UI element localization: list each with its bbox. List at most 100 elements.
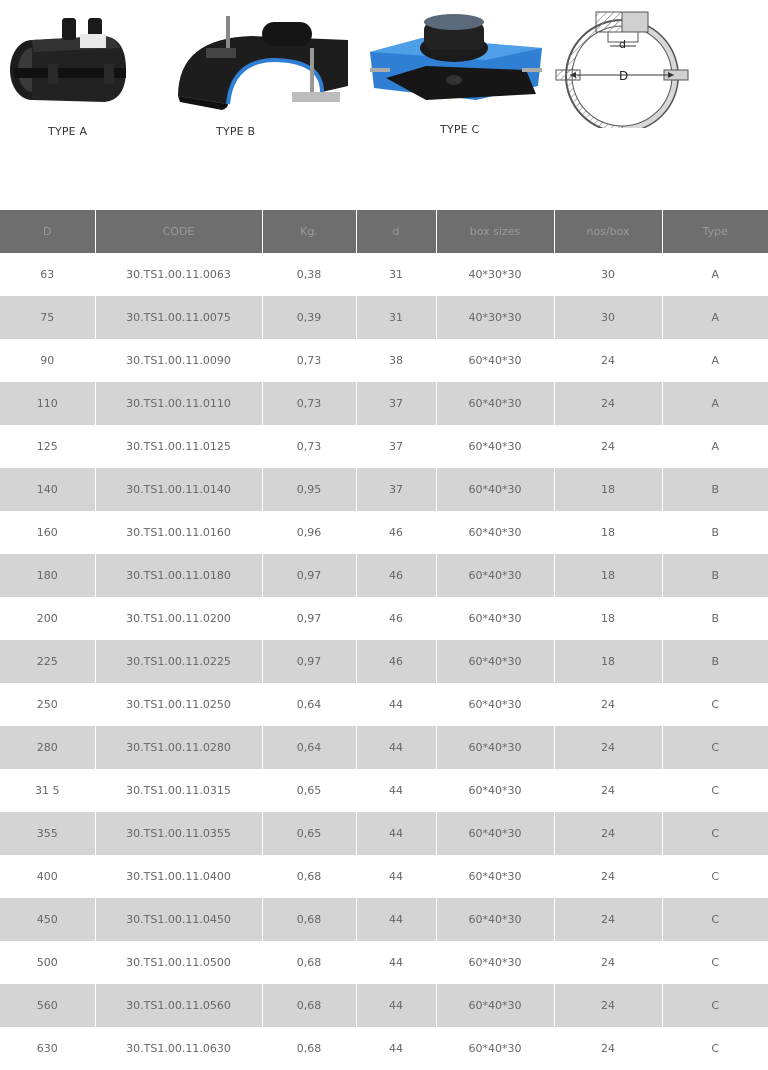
cell-code: 30.TS1.00.11.0500 [95,941,263,984]
cell-d: 280 [0,726,96,769]
cell-d: 560 [0,984,96,1027]
cell-type: A [711,354,720,367]
cell-box-sizes: 60*40*30 [436,769,555,812]
col-header-code: CODE [95,210,263,253]
cell-nos-box: 24 [554,382,663,425]
table-row: 125 30.TS1.00.11.0125 0,73 37 60*40*30 24 A [0,425,768,468]
col-header-d-inner: d [356,210,437,253]
table-row: 400 30.TS1.00.11.0400 0,68 44 60*40*30 24 C [0,855,768,898]
cell-kg: 0,68 [262,941,357,984]
cell-box-sizes: 60*40*30 [436,425,555,468]
cell-nos-box: 24 [554,1027,663,1070]
cell-type: A [711,440,720,453]
type-c-saddle-image [370,14,542,100]
cell-type: C [711,1042,720,1055]
cell-d-inner: 31 [356,253,437,296]
table-row: 140 30.TS1.00.11.0140 0,95 37 60*40*30 18 B [0,468,768,511]
cell-nos-box: 24 [554,726,663,769]
table-body: 63 30.TS1.00.11.0063 0,38 31 40*30*30 30 A 75 30… [0,253,768,1070]
cell-kg: 0,97 [262,597,357,640]
cell-kg: 0,38 [262,253,357,296]
cell-d-inner: 44 [356,683,437,726]
cell-d-inner: 44 [356,812,437,855]
cross-section-diagram: d D [554,8,694,128]
cell-d-inner: 46 [356,640,437,683]
cell-type: B [662,640,768,683]
table-row: 31 5 30.TS1.00.11.0315 0,65 44 60*40*30 24 C [0,769,768,812]
cell-d: 400 [0,855,96,898]
cell-d: 110 [0,382,96,425]
cell-code: 30.TS1.00.11.0450 [95,898,263,941]
cell-type: B [662,468,768,511]
cell-code: 30.TS1.00.11.0250 [95,683,263,726]
cell-box-sizes: 60*40*30 [436,726,555,769]
cell-type: A [711,268,720,281]
table-row: 630 30.TS1.00.11.0630 0,68 44 60*40*30 24 C [0,1027,768,1070]
cell-d-inner: 46 [356,597,437,640]
col-header-type: Type [662,210,768,253]
cell-d: 500 [0,941,96,984]
cell-box-sizes: 60*40*30 [436,941,555,984]
cell-code: 30.TS1.00.11.0063 [95,253,263,296]
cell-d: 450 [0,898,96,941]
cell-type: C [662,984,768,1027]
cell-nos-box: 24 [554,812,663,855]
cell-kg: 0,73 [262,425,357,468]
cell-kg: 0,95 [262,468,357,511]
cell-kg: 0,96 [262,511,357,554]
cell-type: C [711,784,720,797]
table-header-row: D CODE Kg. d box sizes nos/box Type [0,210,768,253]
cell-d: 63 [0,253,96,296]
cell-d-inner: 38 [356,339,437,382]
cell-d: 90 [0,339,96,382]
cell-code: 30.TS1.00.11.0315 [95,769,263,812]
cell-type: C [662,726,768,769]
cell-code: 30.TS1.00.11.0355 [95,812,263,855]
cell-d: 355 [0,812,96,855]
cell-nos-box: 24 [554,339,663,382]
product-type-a: TYPE A [4,8,132,138]
cell-code: 30.TS1.00.11.0140 [95,468,263,511]
cell-nos-box: 18 [554,597,663,640]
table-row: 160 30.TS1.00.11.0160 0,96 46 60*40*30 18 B [0,511,768,554]
cell-d-inner: 37 [356,425,437,468]
cell-d: 160 [0,511,96,554]
cell-code: 30.TS1.00.11.0560 [95,984,263,1027]
cell-code: 30.TS1.00.11.0075 [95,296,263,339]
cell-type: C [662,812,768,855]
product-gallery: TYPE A TYPE B TYPE C d D [0,0,768,210]
cell-d-inner: 44 [356,984,437,1027]
cell-kg: 0,65 [262,769,357,812]
table-row: 200 30.TS1.00.11.0200 0,97 46 60*40*30 18 B [0,597,768,640]
cell-nos-box: 24 [554,683,663,726]
cell-type: A [662,382,768,425]
table-row: 250 30.TS1.00.11.0250 0,64 44 60*40*30 24 C [0,683,768,726]
cell-d: 75 [0,296,96,339]
table-row: 560 30.TS1.00.11.0560 0,68 44 60*40*30 24 C [0,984,768,1027]
cell-box-sizes: 40*30*30 [436,253,555,296]
cell-kg: 0,64 [262,683,357,726]
cell-code: 30.TS1.00.11.0400 [95,855,263,898]
cell-d-inner: 46 [356,511,437,554]
cell-kg: 0,68 [262,898,357,941]
table-row: 180 30.TS1.00.11.0180 0,97 46 60*40*30 18 B [0,554,768,597]
cell-box-sizes: 60*40*30 [436,511,555,554]
cell-nos-box: 24 [554,898,663,941]
cell-code: 30.TS1.00.11.0225 [95,640,263,683]
cell-nos-box: 18 [554,640,663,683]
cell-kg: 0,68 [262,1027,357,1070]
cell-kg: 0,64 [262,726,357,769]
cell-kg: 0,73 [262,339,357,382]
cell-d-inner: 46 [356,554,437,597]
cell-type: B [662,554,768,597]
cell-code: 30.TS1.00.11.0125 [95,425,263,468]
cell-kg: 0,73 [262,382,357,425]
cell-box-sizes: 60*40*30 [436,898,555,941]
cell-d: 250 [0,683,96,726]
cell-d: 180 [0,554,96,597]
cell-nos-box: 24 [554,769,663,812]
cell-code: 30.TS1.00.11.0630 [95,1027,263,1070]
type-b-saddle-image [178,16,348,110]
cell-nos-box: 18 [554,554,663,597]
col-header-nos-box: nos/box [554,210,663,253]
